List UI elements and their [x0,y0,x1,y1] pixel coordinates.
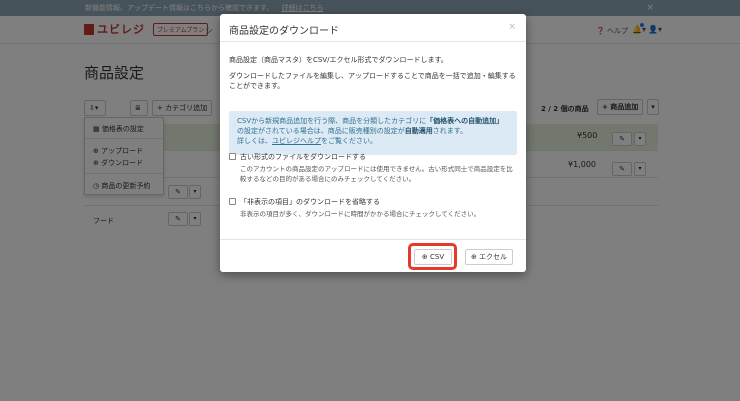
help-link[interactable]: ユビレジヘルプ [272,137,321,145]
close-icon[interactable]: × [508,22,516,32]
excel-button-label: エクセル [479,253,508,261]
skip-hidden-description: 非表示の項目が多く、ダウンロードに時間がかかる場合にチェックしてください。 [240,210,481,218]
old-format-label[interactable]: 古い形式のファイルをダウンロードする [240,152,366,162]
modal-title: 商品設定のダウンロード [229,26,339,37]
download-icon: ⊕ [470,253,477,261]
old-format-checkbox[interactable] [229,153,236,160]
info-text: されます。 [432,127,468,135]
csv-highlight-annotation [408,243,457,270]
info-text: CSVから新規商品追加を行う際、商品を分類したカテゴリに [237,117,427,125]
skip-hidden-checkbox[interactable] [229,198,236,205]
info-line: 詳しくは、ユビレジヘルプをご覧ください。 [237,136,509,146]
info-text: の設定がされている場合は、商品に販売種別の設定が [237,127,405,135]
excel-download-button[interactable]: ⊕ エクセル [465,249,513,265]
modal-footer-divider [220,239,526,240]
info-emphasis: 「価格表への自動追加」 [426,117,504,125]
old-format-description: このアカウントの商品設定のアップロードには使用できません。古い形式同士で商品設定… [240,165,513,183]
download-modal: 商品設定のダウンロード × 商品設定（商品マスタ）をCSV/エクセル形式でダウン… [220,14,526,272]
modal-description: 商品設定（商品マスタ）をCSV/エクセル形式でダウンロードします。 [229,56,448,64]
info-line: の設定がされている場合は、商品に販売種別の設定が自動適用されます。 [237,126,509,136]
info-line: CSVから新規商品追加を行う際、商品を分類したカテゴリに「価格表への自動追加」 [237,116,509,126]
modal-description: ダウンロードしたファイルを編集し、アップロードすることで商品を一括で追加・編集す… [229,72,516,90]
info-text: をご覧ください。 [321,137,377,145]
info-box: CSVから新規商品追加を行う際、商品を分類したカテゴリに「価格表への自動追加」 … [229,111,517,155]
modal-header: 商品設定のダウンロード × [220,14,526,42]
info-text: 詳しくは、 [237,137,272,145]
info-emphasis: 自動適用 [404,127,433,135]
skip-hidden-label[interactable]: 「非表示の項目」のダウンロードを省略する [240,197,380,207]
